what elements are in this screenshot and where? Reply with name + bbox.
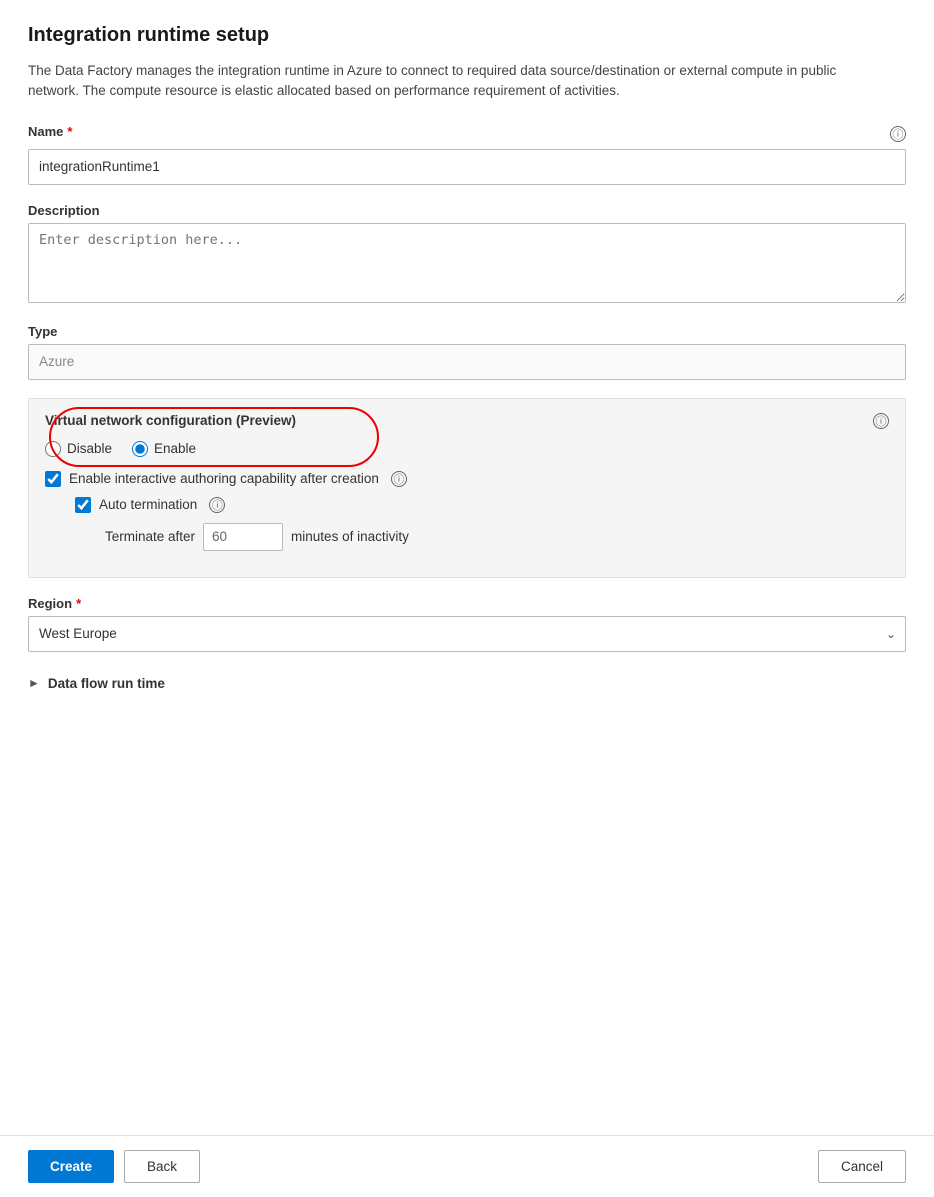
- auto-termination-checkbox-group: Auto termination ⓘ: [75, 497, 889, 513]
- data-flow-label: Data flow run time: [48, 676, 165, 691]
- name-info-icon[interactable]: ⓘ: [890, 126, 906, 142]
- type-label: Type: [28, 324, 906, 339]
- terminate-after-input[interactable]: [203, 523, 283, 551]
- cancel-button[interactable]: Cancel: [818, 1150, 906, 1183]
- vnet-disable-radio-input[interactable]: [45, 441, 61, 457]
- region-field-group: Region * West Europe East US West US Nor…: [28, 596, 906, 652]
- vnet-disable-label: Disable: [67, 441, 112, 456]
- type-field-group: Type: [28, 324, 906, 380]
- description-label: Description: [28, 203, 906, 218]
- data-flow-row[interactable]: ► Data flow run time: [28, 670, 906, 697]
- region-label: Region *: [28, 596, 906, 611]
- interactive-authoring-checkbox-group: Enable interactive authoring capability …: [45, 471, 889, 487]
- terminate-after-label: Terminate after: [105, 529, 195, 544]
- region-select-wrapper: West Europe East US West US North Europe…: [28, 616, 906, 652]
- footer-left-buttons: Create Back: [28, 1150, 200, 1183]
- auto-termination-group: Auto termination ⓘ Terminate after minut…: [75, 497, 889, 551]
- page-title: Integration runtime setup: [28, 24, 906, 47]
- region-select[interactable]: West Europe East US West US North Europe…: [28, 616, 906, 652]
- vnet-enable-label: Enable: [154, 441, 196, 456]
- description-textarea[interactable]: [28, 223, 906, 303]
- page-description: The Data Factory manages the integration…: [28, 61, 888, 102]
- vnet-enable-radio-input[interactable]: [132, 441, 148, 457]
- terminate-after-row: Terminate after minutes of inactivity: [105, 523, 889, 551]
- back-button[interactable]: Back: [124, 1150, 200, 1183]
- name-label: Name *: [28, 124, 72, 139]
- footer-bar: Create Back Cancel: [0, 1135, 934, 1197]
- interactive-authoring-checkbox[interactable]: [45, 471, 61, 487]
- auto-termination-info-icon[interactable]: ⓘ: [209, 497, 225, 513]
- interactive-authoring-label: Enable interactive authoring capability …: [69, 471, 379, 486]
- auto-termination-label: Auto termination: [99, 497, 197, 512]
- name-field-group: Name * ⓘ: [28, 124, 906, 185]
- vnet-section-title: Virtual network configuration (Preview): [45, 413, 296, 428]
- auto-termination-checkbox[interactable]: [75, 497, 91, 513]
- description-field-group: Description: [28, 203, 906, 306]
- type-input: [28, 344, 906, 380]
- name-input[interactable]: [28, 149, 906, 185]
- required-star-region: *: [76, 596, 81, 611]
- vnet-disable-radio[interactable]: Disable: [45, 441, 112, 457]
- terminate-after-suffix: minutes of inactivity: [291, 529, 409, 544]
- vnet-enable-radio[interactable]: Enable: [132, 441, 196, 457]
- interactive-authoring-info-icon[interactable]: ⓘ: [391, 471, 407, 487]
- create-button[interactable]: Create: [28, 1150, 114, 1183]
- data-flow-chevron-icon: ►: [28, 676, 40, 690]
- vnet-info-icon[interactable]: ⓘ: [873, 413, 889, 429]
- vnet-section: Virtual network configuration (Preview) …: [28, 398, 906, 578]
- vnet-radio-group: Disable Enable: [45, 441, 889, 457]
- required-star-name: *: [67, 124, 72, 139]
